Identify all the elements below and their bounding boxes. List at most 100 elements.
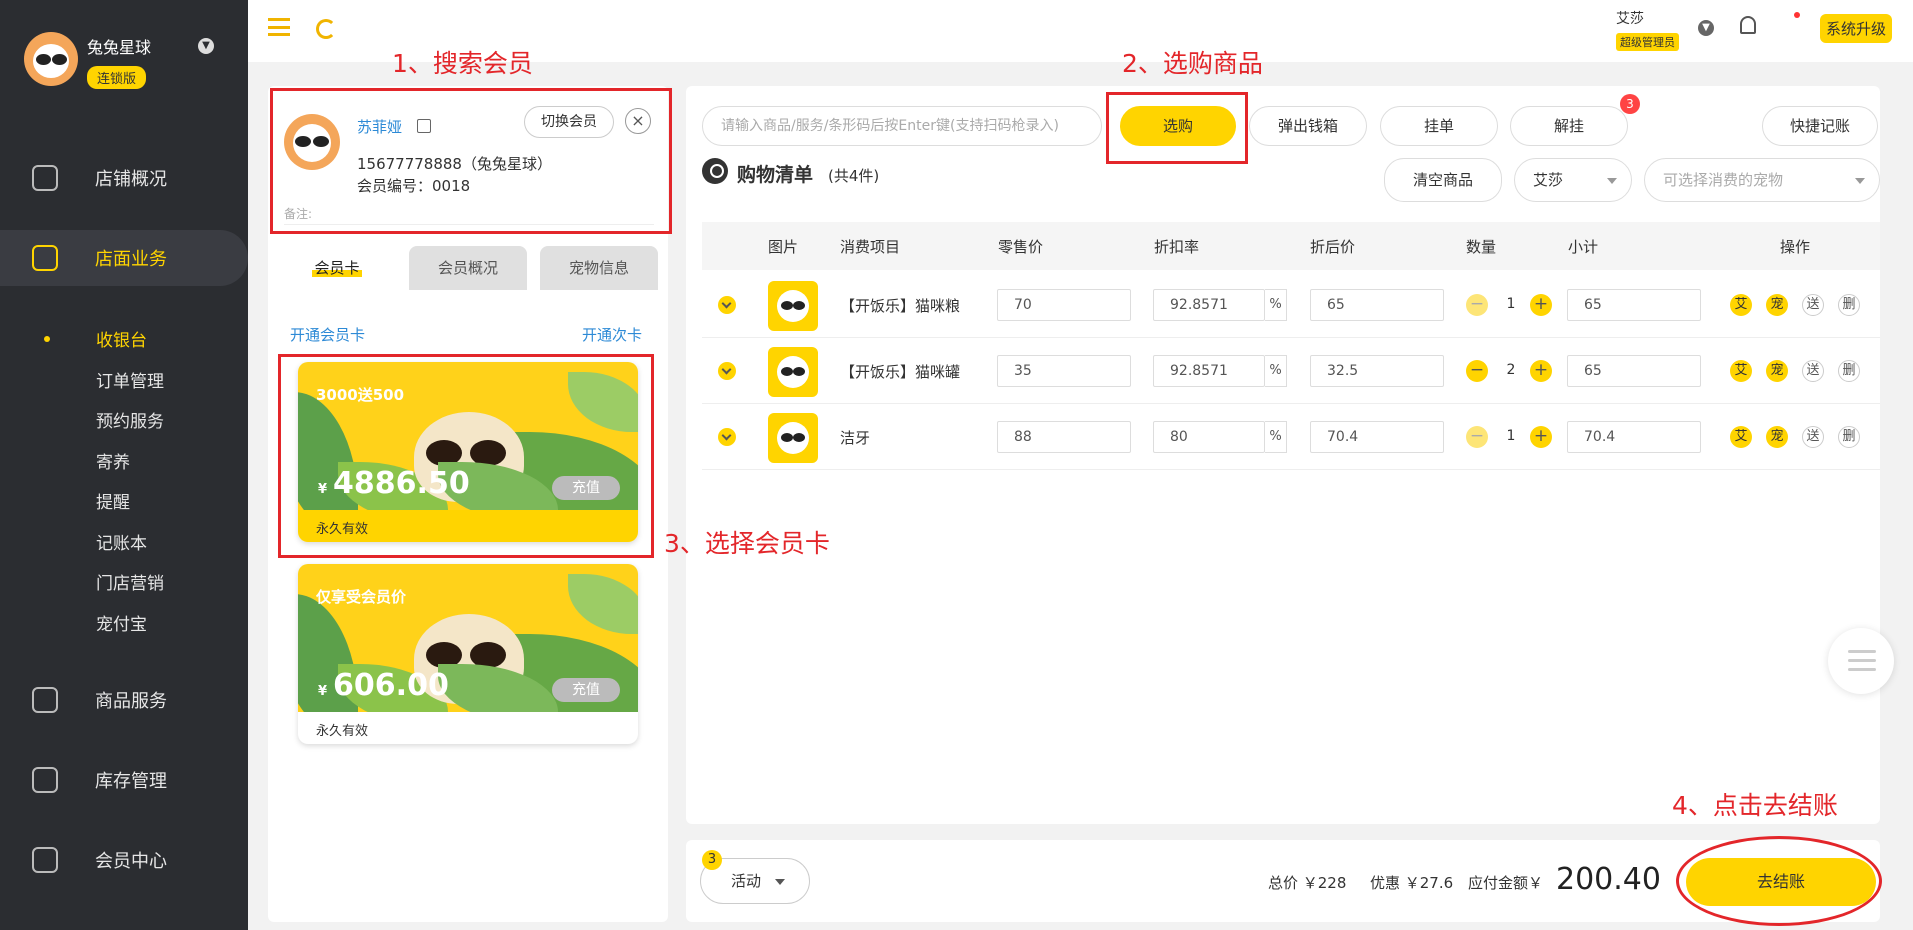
sub-nav-cashier[interactable]: 收银台 [96, 326, 147, 351]
nav-goods-services[interactable]: 商品服务 [0, 672, 248, 728]
bell-icon[interactable] [1740, 16, 1756, 34]
search-input[interactable]: 请输入商品/服务/条形码后按Enter键(支持扫码枪录入) [702, 106, 1102, 146]
product-image [768, 347, 818, 397]
refresh-icon[interactable] [316, 19, 336, 39]
chevron-down-icon[interactable]: ▼ [198, 38, 214, 54]
product-image [768, 281, 818, 331]
list-icon[interactable] [1828, 628, 1894, 694]
discount-rate-input[interactable]: 92.8571 [1153, 289, 1265, 321]
sub-nav-booking[interactable]: 预约服务 [96, 407, 164, 432]
discounted-price-input[interactable]: 65 [1310, 289, 1444, 321]
pet-op-button[interactable]: 宠 [1766, 426, 1788, 448]
sub-nav-petpay[interactable]: 宠付宝 [96, 610, 147, 635]
item-name: 【开饭乐】猫咪罐 [840, 363, 961, 381]
nav-member-center[interactable]: 会员中心 [0, 832, 248, 888]
card-validity: 永久有效 [316, 724, 369, 739]
quantity-value: 1 [1506, 428, 1516, 444]
sub-nav-reminder[interactable]: 提醒 [96, 488, 130, 513]
notification-dot [1794, 12, 1800, 18]
open-count-card-link[interactable]: 开通次卡 [582, 324, 642, 345]
open-cash-drawer-button[interactable]: 弹出钱箱 [1249, 106, 1367, 146]
retail-price-input[interactable]: 35 [997, 355, 1131, 387]
annotation-step1: 1、搜索会员 [392, 49, 533, 78]
nav-store-business[interactable]: 店面业务 [0, 230, 248, 286]
retail-price-input[interactable]: 88 [997, 421, 1131, 453]
member-card[interactable]: 仅享受会员价 ¥606.00 充值 永久有效 [298, 564, 638, 744]
item-name: 洁牙 [840, 429, 871, 447]
nav-label: 库存管理 [95, 771, 167, 792]
subtotal-input[interactable]: 70.4 [1567, 421, 1701, 453]
expand-chevron-icon[interactable] [718, 296, 736, 314]
subtotal-input[interactable]: 65 [1567, 289, 1701, 321]
minus-icon[interactable]: − [1466, 294, 1488, 316]
tab-member-card[interactable]: 会员卡 [278, 246, 396, 290]
nav-store-overview[interactable]: 店铺概况 [0, 150, 248, 206]
payable-label: 应付金额￥ [1468, 874, 1544, 892]
nav-label: 会员中心 [95, 851, 167, 872]
discounted-price-input[interactable]: 32.5 [1310, 355, 1444, 387]
nav-label: 店面业务 [95, 249, 167, 270]
discount-rate-input[interactable]: 80 [1153, 421, 1265, 453]
column-header: 数量 [1466, 238, 1497, 256]
upgrade-button[interactable]: 系统升级 [1820, 14, 1893, 43]
staff-select[interactable]: 艾莎 [1514, 158, 1632, 202]
active-dot [44, 336, 50, 342]
pet-op-button[interactable]: 宠 [1766, 360, 1788, 382]
staff-op-button[interactable]: 艾 [1730, 294, 1752, 316]
table-row: 洁牙 88 80 % 70.4 − 1 + 70.4 艾 宠 送 删 [702, 404, 1880, 470]
pet-op-button[interactable]: 宠 [1766, 294, 1788, 316]
store-avatar [24, 32, 78, 86]
subtotal-input[interactable]: 65 [1567, 355, 1701, 387]
gift-op-button[interactable]: 送 [1802, 426, 1824, 448]
minus-icon[interactable]: − [1466, 426, 1488, 448]
chevron-down-icon[interactable]: ▼ [1698, 20, 1714, 36]
minus-icon[interactable]: − [1466, 360, 1488, 382]
percent-suffix: % [1265, 355, 1287, 387]
annotation-box-card [278, 354, 654, 558]
pet-select[interactable]: 可选择消费的宠物 [1644, 158, 1880, 202]
annotation-step4: 4、点击去结账 [1672, 791, 1838, 820]
annotation-step2: 2、选购商品 [1122, 49, 1263, 78]
unhang-count-badge: 3 [1620, 94, 1640, 114]
plus-icon[interactable]: + [1530, 426, 1552, 448]
quick-account-button[interactable]: 快捷记账 [1762, 106, 1878, 146]
item-name: 【开饭乐】猫咪粮 [840, 297, 961, 315]
sub-nav-orders[interactable]: 订单管理 [96, 367, 164, 392]
user-name[interactable]: 艾莎 [1616, 8, 1644, 28]
sub-nav-ledger[interactable]: 记账本 [96, 529, 147, 554]
column-header: 折后价 [1310, 238, 1356, 256]
delete-op-button[interactable]: 删 [1838, 294, 1860, 316]
tab-member-overview[interactable]: 会员概况 [409, 246, 527, 290]
recharge-button[interactable]: 充值 [552, 678, 620, 702]
plus-icon[interactable]: + [1530, 294, 1552, 316]
open-member-card-link[interactable]: 开通会员卡 [290, 324, 365, 345]
nav-inventory[interactable]: 库存管理 [0, 752, 248, 808]
home-icon [32, 245, 58, 271]
retail-price-input[interactable]: 70 [997, 289, 1131, 321]
staff-value: 艾莎 [1533, 171, 1564, 189]
gift-op-button[interactable]: 送 [1802, 360, 1824, 382]
gift-op-button[interactable]: 送 [1802, 294, 1824, 316]
hang-order-button[interactable]: 挂单 [1380, 106, 1498, 146]
column-header: 折扣率 [1154, 238, 1200, 256]
tab-pet-info[interactable]: 宠物信息 [540, 246, 658, 290]
discounted-price-input[interactable]: 70.4 [1310, 421, 1444, 453]
delete-op-button[interactable]: 删 [1838, 426, 1860, 448]
user-role-badge: 超级管理员 [1616, 33, 1679, 51]
delete-op-button[interactable]: 删 [1838, 360, 1860, 382]
plus-icon[interactable]: + [1530, 360, 1552, 382]
discount-rate-input[interactable]: 92.8571 [1153, 355, 1265, 387]
expand-chevron-icon[interactable] [718, 428, 736, 446]
sub-nav-marketing[interactable]: 门店营销 [96, 569, 164, 594]
box-icon [32, 767, 58, 793]
unhang-order-button[interactable]: 解挂 [1510, 106, 1628, 146]
annotation-box-member [270, 88, 672, 234]
staff-op-button[interactable]: 艾 [1730, 360, 1752, 382]
percent-suffix: % [1265, 421, 1287, 453]
clear-goods-button[interactable]: 清空商品 [1384, 158, 1502, 202]
tab-label: 会员卡 [312, 259, 362, 277]
staff-op-button[interactable]: 艾 [1730, 426, 1752, 448]
menu-icon[interactable] [268, 18, 290, 36]
sub-nav-boarding[interactable]: 寄养 [96, 448, 130, 473]
expand-chevron-icon[interactable] [718, 362, 736, 380]
